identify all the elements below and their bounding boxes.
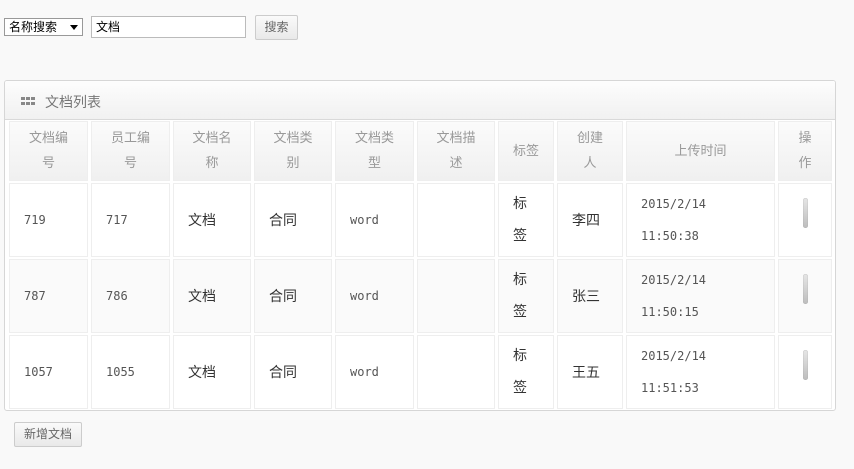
header-tag[interactable]: 标签 (498, 121, 554, 181)
header-upload-time[interactable]: 上传时间 (626, 121, 775, 181)
header-emp-id[interactable]: 员工编号 (91, 121, 170, 181)
cell-creator: 张三 (557, 259, 623, 333)
cell-doc-desc (417, 335, 495, 409)
search-button[interactable]: 搜索 (255, 15, 298, 40)
cell-doc-desc (417, 259, 495, 333)
cell-doc-name: 文档 (173, 183, 251, 257)
header-actions: 操作 (778, 121, 832, 181)
cell-creator: 李四 (557, 183, 623, 257)
search-type-select[interactable]: 名称搜索 (4, 18, 83, 36)
table-row[interactable]: 787 786 文档 合同 word 标签 张三 2015/2/14 11:50:… (9, 259, 832, 333)
cell-actions[interactable] (778, 183, 832, 257)
cell-upload-time: 2015/2/14 11:50:38 (626, 183, 775, 257)
cell-doc-name: 文档 (173, 335, 251, 409)
table-row[interactable]: 719 717 文档 合同 word 标签 李四 2015/2/14 11:50:… (9, 183, 832, 257)
panel-header: 文档列表 (5, 81, 835, 120)
cell-doc-name: 文档 (173, 259, 251, 333)
cell-emp-id: 1055 (91, 335, 170, 409)
header-creator[interactable]: 创建人 (557, 121, 623, 181)
add-document-button[interactable]: 新增文档 (14, 422, 82, 447)
cell-tag: 标签 (498, 183, 554, 257)
cell-emp-id: 786 (91, 259, 170, 333)
cell-upload-time: 2015/2/14 11:50:15 (626, 259, 775, 333)
cell-doc-desc (417, 183, 495, 257)
cell-tag: 标签 (498, 335, 554, 409)
table-header-row: 文档编号 员工编号 文档名称 文档类别 文档类型 文档描述 标签 创建人 上传时… (9, 121, 832, 181)
table-row[interactable]: 1057 1055 文档 合同 word 标签 王五 2015/2/14 11:5… (9, 335, 832, 409)
action-handle-icon[interactable] (802, 198, 808, 228)
cell-creator: 王五 (557, 335, 623, 409)
cell-emp-id: 717 (91, 183, 170, 257)
header-doc-type[interactable]: 文档类型 (335, 121, 414, 181)
search-input[interactable]: 文档 (91, 16, 246, 38)
cell-actions[interactable] (778, 259, 832, 333)
cell-doc-type: word (335, 259, 414, 333)
search-type-value: 名称搜索 (9, 20, 58, 34)
grid-icon (21, 97, 36, 106)
caret-down-icon (70, 25, 78, 30)
cell-doc-type: word (335, 183, 414, 257)
header-doc-id[interactable]: 文档编号 (9, 121, 88, 181)
cell-doc-type: word (335, 335, 414, 409)
action-handle-icon[interactable] (802, 350, 808, 380)
cell-doc-category: 合同 (254, 259, 332, 333)
header-doc-name[interactable]: 文档名称 (173, 121, 251, 181)
cell-doc-id: 1057 (9, 335, 88, 409)
cell-doc-category: 合同 (254, 183, 332, 257)
action-handle-icon[interactable] (802, 274, 808, 304)
panel-title: 文档列表 (45, 95, 101, 111)
document-table: 文档编号 员工编号 文档名称 文档类别 文档类型 文档描述 标签 创建人 上传时… (6, 119, 835, 410)
header-doc-category[interactable]: 文档类别 (254, 121, 332, 181)
cell-tag: 标签 (498, 259, 554, 333)
cell-upload-time: 2015/2/14 11:51:53 (626, 335, 775, 409)
cell-actions[interactable] (778, 335, 832, 409)
header-doc-desc[interactable]: 文档描述 (417, 121, 495, 181)
cell-doc-id: 719 (9, 183, 88, 257)
cell-doc-id: 787 (9, 259, 88, 333)
cell-doc-category: 合同 (254, 335, 332, 409)
document-list-panel: 文档列表 文档编号 员工编号 文档名称 文档类别 文档类型 文档描述 标签 创建… (4, 80, 836, 411)
